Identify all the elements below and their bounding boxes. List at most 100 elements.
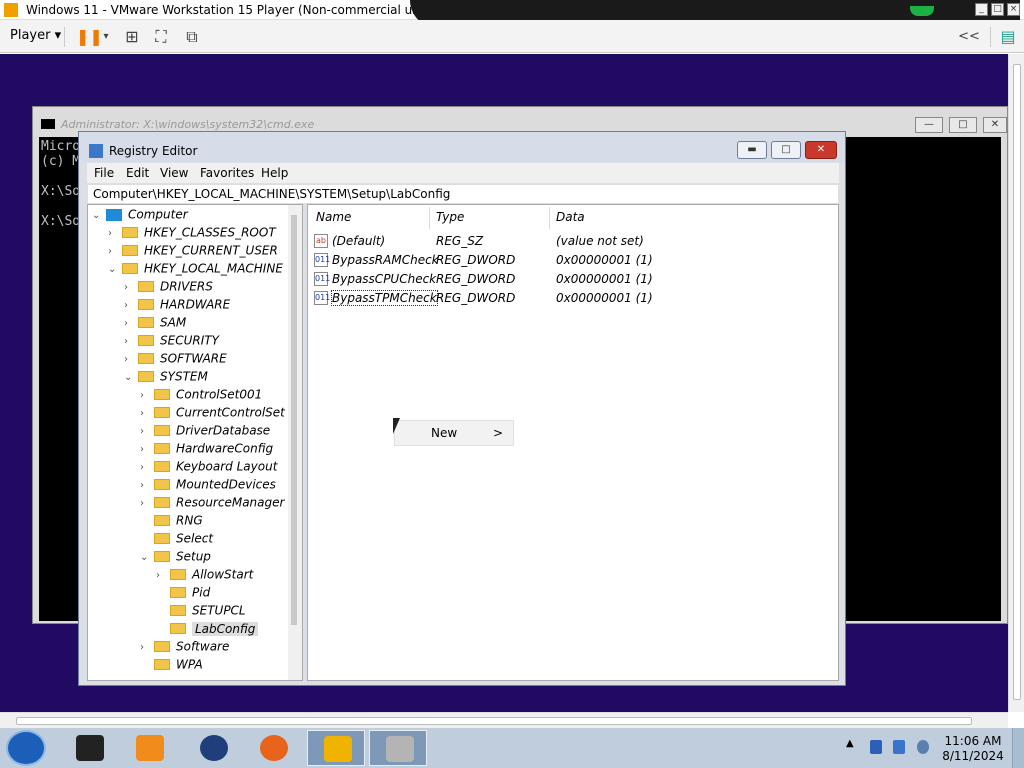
- tree-item[interactable]: › AllowStart: [156, 567, 253, 585]
- tree-item[interactable]: › HKEY_CLASSES_ROOT: [108, 225, 276, 243]
- vertical-scrollbar-thumb[interactable]: [1013, 64, 1021, 700]
- chevron-right-icon[interactable]: ›: [140, 642, 154, 653]
- regedit-close-button[interactable]: ✕: [805, 141, 837, 159]
- tree-item[interactable]: ⌄ SYSTEM: [124, 369, 208, 387]
- tree-item[interactable]: Pid: [156, 585, 210, 603]
- tree-item[interactable]: ⌄ Setup: [140, 549, 211, 567]
- taskbar-explorer[interactable]: [60, 730, 118, 766]
- chevron-right-icon[interactable]: ›: [124, 282, 138, 293]
- tree-item[interactable]: › DRIVERS: [124, 279, 213, 297]
- tree-item[interactable]: › CurrentControlSet: [140, 405, 285, 423]
- tree-scrollbar[interactable]: [288, 205, 302, 680]
- vertical-scrollbar[interactable]: [1008, 54, 1024, 712]
- chevron-right-icon[interactable]: ›: [140, 390, 154, 401]
- notes-icon[interactable]: ▤: [998, 26, 1018, 48]
- value-row[interactable]: 011 BypassRAMCheck REG_DWORD 0x00000001 (1): [308, 251, 838, 270]
- column-header-type[interactable]: Type: [436, 210, 464, 224]
- taskbar-media-player[interactable]: [120, 730, 178, 766]
- taskbar-chess[interactable]: [369, 730, 427, 766]
- tree-item[interactable]: › SAM: [124, 315, 186, 333]
- send-keys-icon[interactable]: ⊞: [122, 26, 142, 48]
- value-row[interactable]: ab (Default) REG_SZ (value not set): [308, 232, 838, 251]
- tree-item[interactable]: › HKEY_CURRENT_USER: [108, 243, 278, 261]
- pause-icon[interactable]: ❚❚: [76, 26, 103, 48]
- menu-help[interactable]: Help: [261, 166, 288, 180]
- chevron-right-icon[interactable]: ›: [140, 408, 154, 419]
- column-divider[interactable]: [429, 207, 430, 229]
- chevron-right-icon[interactable]: ›: [140, 462, 154, 473]
- chevron-down-icon[interactable]: ⌄: [108, 264, 122, 275]
- address-bar[interactable]: Computer\HKEY_LOCAL_MACHINE\SYSTEM\Setup…: [87, 184, 839, 204]
- registry-editor-window[interactable]: Registry Editor ▬ □ ✕ File Edit View Fav…: [78, 131, 846, 686]
- tray-overflow-icon[interactable]: ▲: [846, 738, 854, 749]
- column-header-data[interactable]: Data: [556, 210, 585, 224]
- chevron-right-icon[interactable]: ›: [124, 354, 138, 365]
- unity-icon[interactable]: ⧉: [182, 26, 202, 48]
- chevron-right-icon[interactable]: ›: [140, 444, 154, 455]
- chevron-right-icon[interactable]: ›: [108, 246, 122, 257]
- tree-item[interactable]: LabConfig: [156, 621, 259, 639]
- chevron-right-icon[interactable]: ›: [124, 300, 138, 311]
- taskbar-browser[interactable]: [184, 730, 242, 766]
- player-menu[interactable]: Player ▾: [10, 28, 61, 43]
- tree-item[interactable]: › Keyboard Layout: [140, 459, 277, 477]
- tray-app-icon[interactable]: [870, 740, 882, 754]
- tree-item[interactable]: ⌄ Computer: [92, 207, 188, 225]
- tree-item[interactable]: › Software: [140, 639, 229, 657]
- cmd-close-button[interactable]: ✕: [983, 117, 1007, 133]
- chevron-right-icon[interactable]: ›: [124, 336, 138, 347]
- tree-item[interactable]: Select: [140, 531, 213, 549]
- tree-item[interactable]: › HardwareConfig: [140, 441, 273, 459]
- tree-item[interactable]: › SOFTWARE: [124, 351, 227, 369]
- menu-edit[interactable]: Edit: [126, 166, 149, 180]
- chevron-down-icon[interactable]: ⌄: [92, 210, 106, 221]
- regedit-maximize-button[interactable]: □: [771, 141, 801, 159]
- tray-network-icon[interactable]: [893, 740, 905, 754]
- chevron-right-icon[interactable]: ›: [156, 570, 170, 581]
- tree-item[interactable]: WPA: [140, 657, 203, 675]
- tree-item[interactable]: › ControlSet001: [140, 387, 262, 405]
- horizontal-scrollbar[interactable]: [0, 712, 1008, 728]
- chevron-right-icon[interactable]: ›: [140, 426, 154, 437]
- show-desktop-button[interactable]: [1012, 728, 1024, 768]
- context-menu-new[interactable]: New: [431, 426, 457, 440]
- chevron-right-icon[interactable]: ›: [124, 318, 138, 329]
- chevron-right-icon[interactable]: ›: [140, 498, 154, 509]
- value-row[interactable]: 011 BypassTPMCheck REG_DWORD 0x00000001 (1): [308, 289, 838, 308]
- close-button[interactable]: ×: [1007, 3, 1020, 16]
- tree-item[interactable]: RNG: [140, 513, 203, 531]
- regedit-minimize-button[interactable]: ▬: [737, 141, 767, 159]
- horizontal-scrollbar-thumb[interactable]: [16, 717, 972, 725]
- cmd-minimize-button[interactable]: —: [915, 117, 943, 133]
- start-orb-icon[interactable]: [6, 730, 46, 766]
- taskbar-vmware[interactable]: [307, 730, 365, 766]
- tree-item[interactable]: › MountedDevices: [140, 477, 276, 495]
- values-list-pane[interactable]: Name Type Data ab (Default) REG_SZ (value n…: [307, 204, 839, 681]
- chevron-down-icon[interactable]: ⌄: [140, 552, 154, 563]
- chevron-right-icon[interactable]: ›: [108, 228, 122, 239]
- tree-item[interactable]: › ResourceManager: [140, 495, 284, 513]
- value-row[interactable]: 011 BypassCPUCheck REG_DWORD 0x00000001 (1): [308, 270, 838, 289]
- pause-dropdown-chevron-icon[interactable]: ▾: [100, 26, 112, 48]
- tree-item[interactable]: › SECURITY: [124, 333, 219, 351]
- column-header-name[interactable]: Name: [316, 210, 351, 224]
- key-tree-pane[interactable]: ⌄ Computer › HKEY_CLASSES_ROOT › HKEY_CURRENT…: [87, 204, 303, 681]
- chevron-right-icon[interactable]: ›: [140, 480, 154, 491]
- minimize-button[interactable]: _: [975, 3, 988, 16]
- tray-volume-icon[interactable]: [917, 740, 929, 754]
- menu-file[interactable]: File: [94, 166, 114, 180]
- tree-item[interactable]: ⌄ HKEY_LOCAL_MACHINE: [108, 261, 283, 279]
- tree-item[interactable]: › HARDWARE: [124, 297, 230, 315]
- cmd-maximize-button[interactable]: □: [949, 117, 977, 133]
- chevron-down-icon[interactable]: ⌄: [124, 372, 138, 383]
- taskbar-firefox[interactable]: [244, 730, 302, 766]
- taskbar-clock[interactable]: 11:06 AM 8/11/2024: [940, 734, 1006, 764]
- menu-view[interactable]: View: [160, 166, 188, 180]
- collapse-toolbar-button[interactable]: <<: [958, 26, 980, 48]
- tree-item[interactable]: › DriverDatabase: [140, 423, 270, 441]
- maximize-button[interactable]: □: [991, 3, 1004, 16]
- tree-scrollbar-thumb[interactable]: [291, 215, 297, 625]
- menu-favorites[interactable]: Favorites: [200, 166, 254, 180]
- tree-item[interactable]: SETUPCL: [156, 603, 246, 621]
- fullscreen-icon[interactable]: ⛶: [151, 26, 171, 48]
